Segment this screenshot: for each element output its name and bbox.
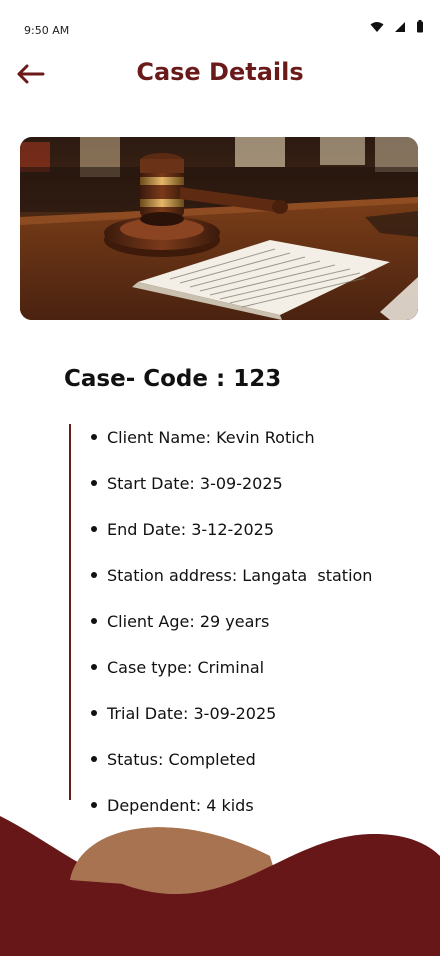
detail-text: Client Age: 29 years (107, 611, 270, 631)
detail-text: Dependent: 4 kids (107, 795, 254, 815)
detail-text: Client Name: Kevin Rotich (107, 427, 315, 447)
case-code-heading: Case- Code : 123 (64, 366, 282, 392)
detail-text: Start Date: 3-09-2025 (107, 473, 283, 493)
bullet-icon (91, 526, 97, 532)
bullet-icon (91, 664, 97, 670)
detail-text: Case type: Criminal (107, 657, 265, 677)
status-icons (370, 20, 424, 38)
bullet-icon (91, 710, 97, 716)
bullet-icon (91, 572, 97, 578)
hero-image (20, 137, 418, 320)
detail-status: Status: Completed (91, 736, 372, 782)
bullet-icon (91, 802, 97, 808)
detail-client-age: Client Age: 29 years (91, 598, 372, 644)
detail-trial-date: Trial Date: 3-09-2025 (91, 690, 372, 736)
status-bar: 9:50 AM (0, 0, 440, 52)
detail-start-date: Start Date: 3-09-2025 (91, 460, 372, 506)
status-time: 9:50 AM (24, 24, 70, 37)
bullet-icon (91, 480, 97, 486)
detail-list: Client Name: Kevin Rotich Start Date: 3-… (91, 414, 372, 828)
bullet-icon (91, 756, 97, 762)
timeline-line (69, 424, 71, 800)
footer-waves (0, 816, 440, 956)
bullet-icon (91, 618, 97, 624)
detail-text: Status: Completed (107, 749, 256, 769)
detail-text: End Date: 3-12-2025 (107, 519, 275, 539)
app-bar: Case Details (0, 52, 440, 96)
detail-client-name: Client Name: Kevin Rotich (91, 414, 372, 460)
battery-icon (416, 20, 424, 38)
detail-station-address: Station address: Langata station (91, 552, 372, 598)
page-title: Case Details (136, 58, 304, 86)
wifi-icon (370, 20, 384, 38)
detail-end-date: End Date: 3-12-2025 (91, 506, 372, 552)
detail-text: Station address: Langata station (107, 565, 373, 585)
detail-case-type: Case type: Criminal (91, 644, 372, 690)
signal-icon (394, 20, 406, 38)
bullet-icon (91, 434, 97, 440)
detail-text: Trial Date: 3-09-2025 (107, 703, 277, 723)
case-details-screen: 9:50 AM Case Details Case- Code: 123 Cl… (0, 0, 440, 956)
